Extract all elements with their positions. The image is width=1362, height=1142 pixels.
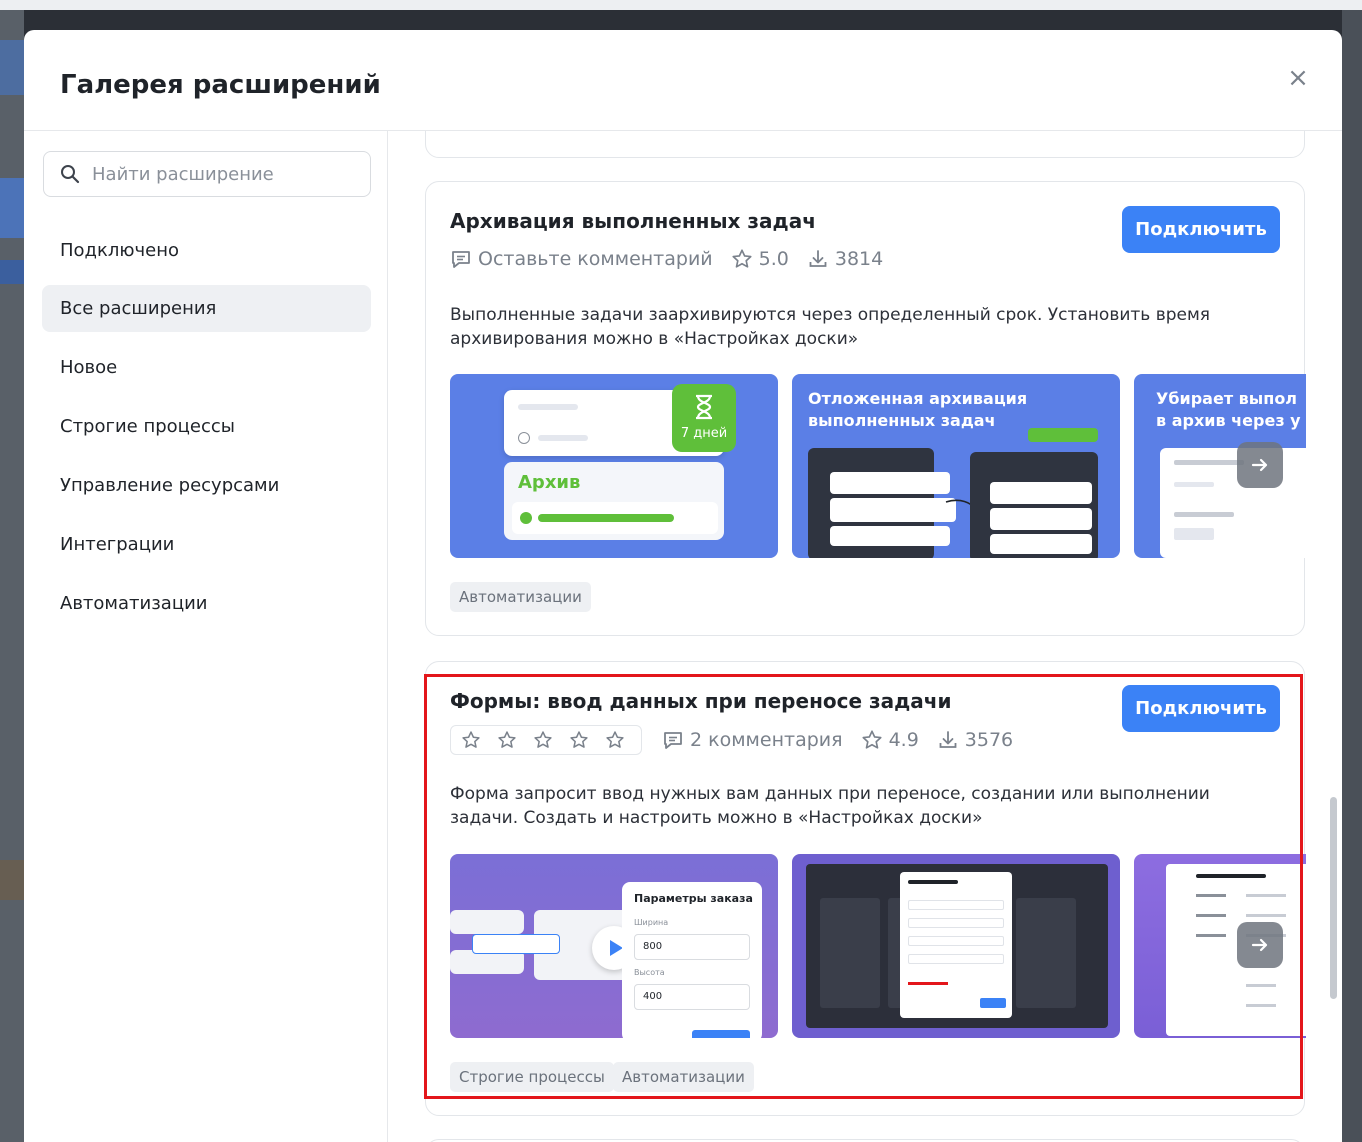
carousel-next-button[interactable] — [1237, 922, 1283, 968]
comments-label: Оставьте комментарий — [478, 248, 713, 270]
rating-value: 5.0 — [758, 248, 789, 270]
star-icon[interactable] — [533, 730, 553, 750]
screenshot-2[interactable] — [792, 854, 1120, 1038]
screenshot-1[interactable]: 7 дней Архив — [450, 374, 778, 558]
downloads: 3576 — [937, 729, 1013, 751]
search-box[interactable] — [43, 151, 371, 197]
screenshot-3[interactable] — [1134, 854, 1306, 1038]
rating: 4.9 — [861, 729, 919, 751]
screenshot-carousel: 7 дней Архив Отложенная архивация выполн… — [450, 374, 1306, 558]
card-meta: Оставьте комментарий 5.0 3814 — [450, 248, 883, 270]
download-icon — [939, 731, 957, 748]
card-title: Архивация выполненных задач — [450, 209, 816, 233]
screenshot-title: Отложенная архивация выполненных задач — [808, 389, 1028, 430]
card-meta: 2 комментария 4.9 3576 — [450, 725, 1013, 755]
sidebar-item-automations[interactable]: Автоматизации — [42, 580, 371, 627]
star-icon — [862, 730, 882, 749]
modal-title: Галерея расширений — [60, 70, 381, 100]
width-label: Ширина — [634, 918, 669, 927]
star-icon[interactable] — [605, 730, 625, 750]
background-right — [1342, 10, 1362, 1142]
mock-form-panel: Параметры заказа Ширина 800 Высота 400 — [622, 882, 762, 1038]
close-button[interactable]: × — [1282, 62, 1314, 94]
scrollbar[interactable] — [1330, 797, 1337, 999]
extension-gallery-modal: Галерея расширений × Подключено Все расш… — [24, 30, 1342, 1142]
comments-link[interactable]: 2 комментария — [662, 729, 843, 751]
star-icon — [732, 249, 752, 268]
sidebar-item-integrations[interactable]: Интеграции — [42, 521, 371, 568]
tag-automations[interactable]: Автоматизации — [450, 582, 591, 612]
star-icon[interactable] — [569, 730, 589, 750]
rating: 5.0 — [731, 248, 789, 270]
sidebar-item-resource-management[interactable]: Управление ресурсами — [42, 462, 371, 509]
screenshot-carousel: Параметры заказа Ширина 800 Высота 400 — [450, 854, 1306, 1038]
downloads-count: 3814 — [834, 248, 884, 270]
height-label: Высота — [634, 968, 665, 977]
background-left — [0, 10, 24, 1142]
tag-strict-processes[interactable]: Строгие процессы — [450, 1062, 614, 1092]
card-description: Форма запросит ввод нужных вам данных пр… — [450, 784, 1210, 828]
extensions-list: Архивация выполненных задач Подключить О… — [389, 131, 1342, 1142]
archive-label: Архив — [518, 472, 581, 493]
extension-card-forms: Формы: ввод данных при переносе задачи П… — [425, 661, 1306, 1116]
extension-card-archive: Архивация выполненных задач Подключить О… — [425, 181, 1306, 636]
connect-button[interactable]: Подключить — [1122, 206, 1280, 253]
tag-automations[interactable]: Автоматизации — [613, 1062, 754, 1092]
search-icon — [61, 165, 80, 184]
sidebar-item-new[interactable]: Новое — [42, 344, 371, 391]
download-icon — [809, 250, 827, 267]
timer-badge: 7 дней — [672, 384, 736, 452]
sidebar-item-all-extensions[interactable]: Все расширения — [42, 285, 371, 332]
extension-card-previous — [425, 131, 1305, 158]
screenshot-3[interactable]: Убирает выпол в архив через у — [1134, 374, 1306, 558]
downloads: 3814 — [807, 248, 883, 270]
comment-icon — [452, 251, 470, 268]
form-title: Параметры заказа — [634, 892, 753, 905]
carousel-next-button[interactable] — [1237, 442, 1283, 488]
star-icon[interactable] — [497, 730, 517, 750]
width-value: 800 — [634, 934, 750, 960]
arrow-right-icon — [1251, 458, 1268, 472]
arrow-right-icon — [1251, 938, 1268, 952]
card-title: Формы: ввод данных при переносе задачи — [450, 689, 952, 713]
card-description: Выполненные задачи заархивируются через … — [450, 305, 1211, 349]
connect-button[interactable]: Подключить — [1122, 685, 1280, 732]
search-input[interactable] — [92, 163, 352, 185]
sidebar-item-strict-processes[interactable]: Строгие процессы — [42, 403, 371, 450]
screenshot-2[interactable]: Отложенная архивация выполненных задач — [792, 374, 1120, 558]
hourglass-icon — [696, 394, 712, 420]
comments-link[interactable]: Оставьте комментарий — [450, 248, 713, 270]
user-rating-stars[interactable] — [450, 725, 642, 755]
screenshot-1[interactable]: Параметры заказа Ширина 800 Высота 400 — [450, 854, 778, 1038]
sidebar-item-connected[interactable]: Подключено — [42, 227, 371, 274]
downloads-count: 3576 — [964, 729, 1014, 751]
comment-icon — [664, 732, 682, 749]
background-top-bar — [0, 0, 1362, 10]
sidebar: Подключено Все расширения Новое Строгие … — [24, 131, 388, 1142]
height-value: 400 — [634, 984, 750, 1010]
timer-label: 7 дней — [680, 426, 728, 441]
star-icon[interactable] — [461, 730, 481, 750]
mock-archive-panel: Архив — [504, 462, 724, 540]
comments-label: 2 комментария — [690, 729, 843, 751]
screenshot-title: Убирает выпол в архив через у — [1156, 389, 1301, 430]
rating-value: 4.9 — [888, 729, 919, 751]
